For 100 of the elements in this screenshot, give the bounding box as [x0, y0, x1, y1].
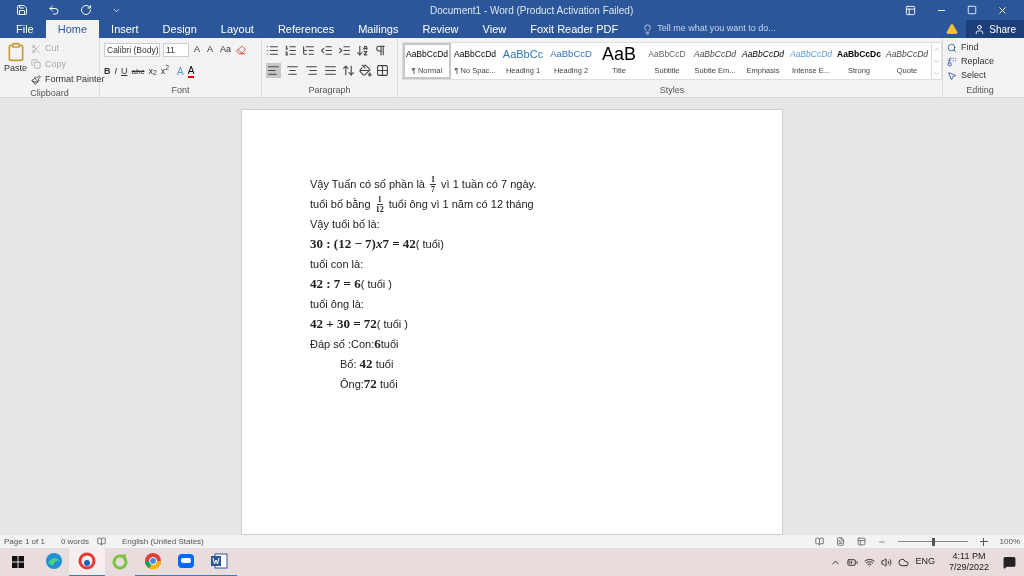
taskbar-app[interactable] — [69, 547, 105, 576]
notification-icon[interactable] — [1003, 555, 1016, 569]
text-run: tuổi ông là: — [310, 296, 364, 312]
group-label: Editing — [966, 83, 994, 97]
align-button[interactable] — [266, 63, 281, 78]
align-button[interactable] — [285, 63, 300, 78]
editing-button[interactable]: Select — [947, 69, 1013, 83]
format-button[interactable]: abc — [131, 65, 145, 78]
ribbon-tab[interactable]: Design — [150, 20, 209, 38]
ribbon-tab[interactable]: File — [4, 20, 46, 38]
shading-icon[interactable] — [359, 64, 372, 77]
text-run: Vậy tuổi bố là: — [310, 216, 380, 232]
tell-me-field[interactable]: Tell me what you want to do... — [657, 22, 818, 36]
text-run: tuổi — [380, 336, 399, 352]
ribbon-tab[interactable]: References — [265, 20, 347, 38]
increase-indent-icon[interactable] — [338, 44, 351, 57]
ribbon-tab[interactable]: Mailings — [346, 20, 411, 38]
font-size-button[interactable]: A — [192, 43, 202, 57]
browser-wave-icon — [45, 552, 63, 570]
ribbon-options-icon[interactable] — [905, 4, 916, 16]
math-expression: 6 — [374, 335, 381, 354]
text-run: Ông: — [340, 376, 364, 392]
copy-icon — [31, 59, 41, 70]
input-language[interactable]: ENG — [915, 555, 935, 569]
clear-format-icon[interactable] — [236, 45, 247, 55]
decrease-indent-icon[interactable] — [320, 44, 333, 57]
text-run: tuổi bố bằng — [310, 196, 372, 212]
editing-button[interactable]: Replace — [947, 55, 1013, 69]
leaf-icon — [111, 552, 129, 570]
numbered-list-icon[interactable] — [284, 44, 297, 57]
sort-icon[interactable] — [356, 44, 369, 57]
web-layout-icon[interactable] — [856, 537, 866, 546]
ribbon-tab[interactable]: Insert — [99, 20, 151, 38]
align-button[interactable] — [304, 63, 319, 78]
save-icon[interactable] — [16, 4, 28, 16]
read-mode-icon[interactable] — [814, 537, 824, 546]
replace-icon — [947, 57, 957, 67]
redo-icon[interactable] — [80, 4, 92, 16]
zoom-plus-icon[interactable] — [979, 537, 988, 546]
align-button[interactable] — [323, 63, 338, 78]
battery-icon[interactable] — [847, 556, 859, 568]
maximize-icon[interactable] — [967, 5, 977, 15]
zoom-slider[interactable] — [897, 537, 968, 546]
text-run: ( tuổi ) — [376, 316, 408, 332]
start-icon[interactable] — [12, 556, 24, 568]
format-button[interactable]: x$_{2}$ — [148, 64, 157, 79]
format-button[interactable]: I — [114, 64, 117, 79]
cloud-icon[interactable] — [898, 556, 910, 568]
format-button[interactable]: B — [104, 64, 111, 79]
font-size-field[interactable]: 11 — [163, 43, 189, 57]
text-run: ( tuổi) — [415, 236, 444, 252]
format-button[interactable]: x$^{2}$ — [160, 64, 169, 79]
chat-app-icon — [177, 552, 195, 570]
paste-button[interactable]: Paste — [4, 42, 27, 87]
clipboard-button[interactable]: Format Painter — [31, 73, 105, 87]
undo-icon[interactable] — [48, 4, 60, 16]
proofing-icon[interactable] — [96, 537, 106, 546]
group-label: Styles — [659, 83, 685, 97]
ribbon-tab[interactable]: Review — [410, 20, 471, 38]
math-variable: x — [375, 235, 383, 254]
zoom-level[interactable]: 100% — [999, 535, 1020, 548]
font-size-button[interactable]: Aa — [218, 43, 234, 57]
word-count[interactable]: 0 words — [60, 535, 89, 548]
text-run: Đáp số :Con: — [310, 336, 375, 352]
format-button[interactable]: U — [121, 64, 128, 79]
group-label: Font — [171, 83, 190, 97]
math-expression: 72 — [363, 375, 377, 394]
window-title: Document1 - Word (Product Activation Failed) — [430, 3, 634, 18]
paintbrush-icon — [31, 74, 41, 85]
bullet-list-icon[interactable] — [266, 44, 279, 57]
text-run: Vậy Tuấn có số phần là — [310, 176, 426, 192]
color-button[interactable]: A — [187, 65, 195, 78]
ribbon-tab[interactable]: Layout — [208, 20, 266, 38]
chrome-icon — [144, 552, 162, 570]
ribbon-tab[interactable]: Foxit Reader PDF — [518, 20, 631, 38]
editing-button[interactable]: Find — [947, 41, 1013, 55]
ribbon-tab[interactable]: View — [470, 20, 519, 38]
pilcrow-icon[interactable] — [374, 44, 387, 57]
group-label: Clipboard — [29, 86, 70, 100]
word-app-icon — [210, 552, 228, 570]
print-layout-icon[interactable] — [835, 537, 845, 546]
text-run: tuổi ông vì 1 năm có 12 tháng — [387, 196, 534, 212]
font-size-button[interactable]: A — [205, 43, 216, 57]
volume-icon[interactable] — [881, 556, 893, 568]
cursor-icon — [947, 71, 957, 81]
clock[interactable]: 4:11 PM 7/29/2022 — [948, 551, 989, 573]
close-icon[interactable] — [997, 4, 1008, 16]
fraction: 1 7 — [430, 174, 437, 194]
language-label[interactable]: English (United States) — [121, 535, 204, 548]
warning-icon — [946, 23, 959, 35]
share-button[interactable]: Share — [966, 20, 1024, 38]
line-spacing-icon[interactable] — [342, 64, 355, 77]
wifi-icon[interactable] — [864, 556, 876, 568]
font-name-field[interactable]: Calibri (Body) — [104, 43, 160, 57]
multilevel-list-icon[interactable] — [302, 44, 315, 57]
ribbon-tab[interactable]: Home — [45, 20, 100, 38]
borders-icon[interactable] — [376, 64, 389, 77]
text-run: Bố: — [340, 356, 358, 372]
page-count[interactable]: Page 1 of 1 — [4, 535, 45, 548]
search-icon — [947, 43, 957, 53]
